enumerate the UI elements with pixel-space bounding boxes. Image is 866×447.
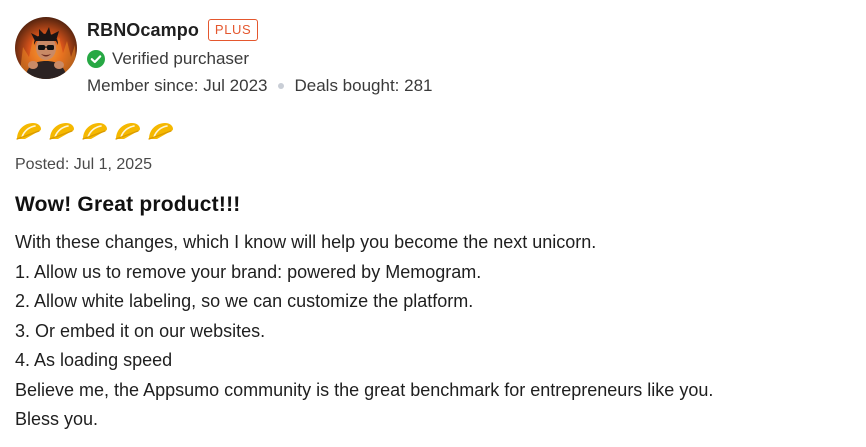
review-line: 2. Allow white labeling, so we can custo… (15, 291, 474, 311)
reviewer-name[interactable]: RBNOcampo (87, 20, 199, 41)
name-row: RBNOcampo PLUS (87, 17, 432, 43)
member-since: Member since: Jul 2023 (87, 76, 268, 95)
review-line: With these changes, which I know will he… (15, 232, 597, 252)
review-body: With these changes, which I know will he… (15, 228, 855, 435)
review-line: 1. Allow us to remove your brand: powere… (15, 261, 482, 282)
reviewer-info: RBNOcampo PLUS Verified purchaser Member… (87, 17, 432, 99)
review-card: RBNOcampo PLUS Verified purchaser Member… (0, 0, 866, 447)
review-line: 3. Or embed it on our websites. (15, 320, 266, 341)
verified-check-icon (87, 50, 105, 68)
reviewer-meta: Member since: Jul 2023 Deals bought: 281 (87, 73, 432, 99)
deals-bought: Deals bought: 281 (294, 76, 433, 95)
taco-rating (15, 121, 174, 141)
reviewer-header: RBNOcampo PLUS Verified purchaser Member… (15, 17, 432, 99)
review-line: Bless you. (15, 409, 99, 429)
taco-icon (81, 121, 108, 141)
taco-icon (48, 121, 75, 141)
avatar[interactable] (15, 17, 77, 79)
taco-icon (147, 121, 174, 141)
plus-badge: PLUS (207, 19, 259, 41)
review-title: Wow! Great product!!! (15, 193, 241, 216)
review-line: 4. As loading speed (15, 350, 173, 370)
posted-date: Posted: Jul 1, 2025 (15, 156, 152, 173)
verified-purchaser-label: Verified purchaser (112, 49, 250, 68)
taco-icon (114, 121, 141, 141)
verified-row: Verified purchaser (87, 46, 432, 72)
review-line: Believe me, the Appsumo community is the… (15, 379, 714, 400)
taco-icon (15, 121, 42, 141)
dot-separator (278, 83, 285, 89)
